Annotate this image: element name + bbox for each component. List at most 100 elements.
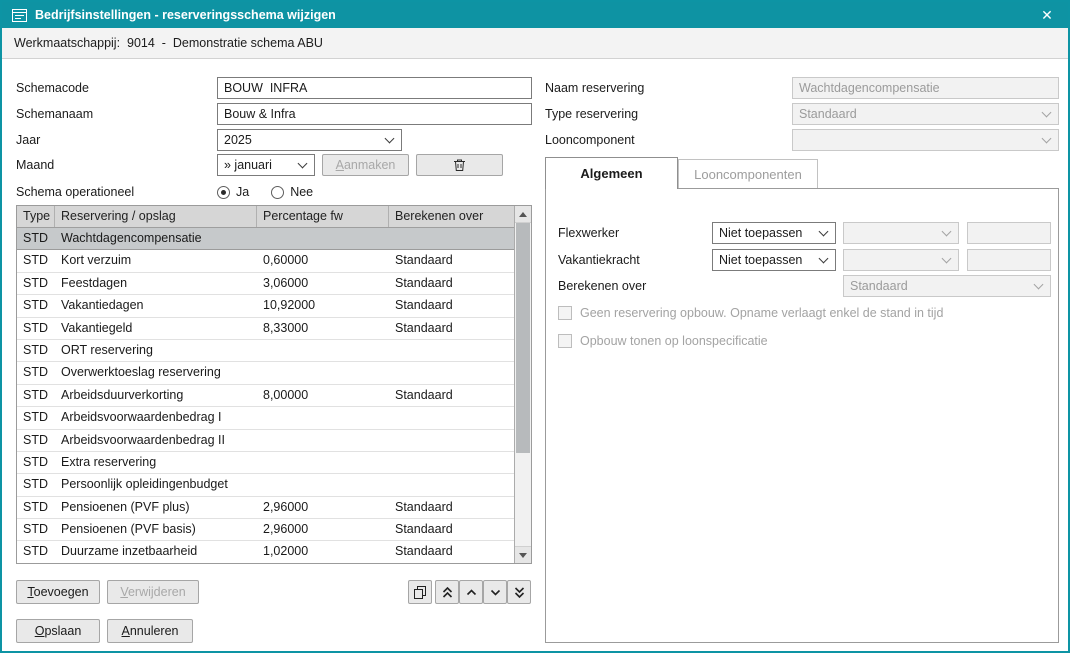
- table-row[interactable]: STD ORT reservering: [17, 340, 514, 362]
- cell-reservering: Feestdagen: [55, 273, 257, 294]
- opslaan-button[interactable]: Opslaan: [16, 619, 100, 643]
- window-icon: [12, 9, 27, 22]
- radio-ja-label: Ja: [236, 185, 249, 199]
- verwijderen-button-label: Verwijderen: [120, 585, 185, 599]
- cell-type: STD: [17, 407, 55, 428]
- cell-type: STD: [17, 385, 55, 406]
- column-header-berekenen-over: Berekenen over: [389, 206, 514, 227]
- table-row[interactable]: STD Pensioenen (PVF plus) 2,96000 Standa…: [17, 497, 514, 519]
- cell-percentage: 3,06000: [257, 273, 389, 294]
- schemanaam-input[interactable]: [217, 103, 532, 125]
- jaar-select[interactable]: 2025: [217, 129, 402, 151]
- operationeel-label: Schema operationeel: [16, 181, 134, 203]
- radio-nee[interactable]: [271, 186, 284, 199]
- dialog-window: Bedrijfsinstellingen - reserveringsschem…: [0, 0, 1070, 653]
- reservations-table-body: STD Wachtdagencompensatie STD Kort verzu…: [17, 228, 514, 563]
- chevron-down-icon: [489, 586, 502, 599]
- vakantiekracht-select[interactable]: Niet toepassen: [712, 249, 836, 271]
- cell-berekenen-over: [389, 340, 514, 361]
- table-row[interactable]: STD Feestdagen 3,06000 Standaard: [17, 273, 514, 295]
- arrow-up-icon: [519, 212, 527, 217]
- chevron-down-icon: [1034, 280, 1044, 290]
- close-button[interactable]: ✕: [1036, 4, 1058, 26]
- cell-percentage: 8,00000: [257, 385, 389, 406]
- cell-type: STD: [17, 430, 55, 451]
- flexwerker-select[interactable]: Niet toepassen: [712, 222, 836, 244]
- scrollbar-thumb[interactable]: [516, 223, 530, 453]
- table-scrollbar[interactable]: [514, 206, 531, 563]
- cell-berekenen-over: Standaard: [389, 318, 514, 339]
- tab-looncomponenten-label: Looncomponenten: [694, 167, 802, 182]
- table-row[interactable]: STD Persoonlijk opleidingenbudget: [17, 474, 514, 496]
- cell-percentage: 0,60000: [257, 250, 389, 271]
- radio-ja[interactable]: [217, 186, 230, 199]
- table-row[interactable]: STD Vakantiegeld 8,33000 Standaard: [17, 318, 514, 340]
- toevoegen-button-label: Toevoegen: [27, 585, 88, 599]
- table-row[interactable]: STD Pensioenen (PVF basis) 2,96000 Stand…: [17, 519, 514, 541]
- naam-reservering-input: [792, 77, 1059, 99]
- cell-reservering: Persoonlijk opleidingenbudget: [55, 474, 257, 495]
- cell-berekenen-over: [389, 228, 514, 249]
- annuleren-button[interactable]: Annuleren: [107, 619, 193, 643]
- cell-berekenen-over: Standaard: [389, 295, 514, 316]
- maand-select[interactable]: » januari: [217, 154, 315, 176]
- scroll-up-button[interactable]: [515, 206, 531, 223]
- table-row[interactable]: STD Arbeidsduurverkorting 8,00000 Standa…: [17, 385, 514, 407]
- delete-month-button[interactable]: [416, 154, 503, 176]
- chevron-down-icon: [819, 227, 829, 237]
- table-row[interactable]: STD Overwerktoeslag reservering: [17, 362, 514, 384]
- double-chevron-up-icon: [441, 586, 454, 599]
- flexwerker-verwijscode-select: [843, 222, 959, 244]
- tab-looncomponenten[interactable]: Looncomponenten: [678, 159, 818, 188]
- table-row[interactable]: STD Arbeidsvoorwaardenbedrag I: [17, 407, 514, 429]
- cell-berekenen-over: Standaard: [389, 273, 514, 294]
- move-top-button[interactable]: [435, 580, 459, 604]
- move-bottom-button[interactable]: [507, 580, 531, 604]
- copy-button[interactable]: [408, 580, 432, 604]
- cell-reservering: Pensioenen (PVF plus): [55, 497, 257, 518]
- table-row[interactable]: STD Arbeidsvoorwaardenbedrag II: [17, 430, 514, 452]
- table-row[interactable]: STD Vakantiedagen 10,92000 Standaard: [17, 295, 514, 317]
- berekenen-over-select-value: Standaard: [850, 279, 1031, 293]
- cell-reservering: Arbeidsduurverkorting: [55, 385, 257, 406]
- berekenen-over-label: Berekenen over: [558, 275, 646, 297]
- werkmaatschappij-bar: Werkmaatschappij: 9014 - Demonstratie sc…: [2, 28, 1068, 59]
- column-header-reservering: Reservering / opslag: [55, 206, 257, 227]
- cell-type: STD: [17, 318, 55, 339]
- column-header-type: Type: [17, 206, 55, 227]
- tab-algemeen[interactable]: Algemeen: [545, 157, 678, 189]
- reservations-table: Type Reservering / opslag Percentage fw …: [16, 205, 532, 564]
- cell-reservering: Vakantiegeld: [55, 318, 257, 339]
- table-row[interactable]: STD Wachtdagencompensatie: [17, 228, 514, 250]
- cell-reservering: Duurzame inzetbaarheid: [55, 541, 257, 562]
- cell-percentage: 2,96000: [257, 519, 389, 540]
- chevron-down-icon: [298, 159, 308, 169]
- werkmaatschappij-text: Werkmaatschappij: 9014 - Demonstratie sc…: [14, 36, 323, 50]
- toevoegen-button[interactable]: Toevoegen: [16, 580, 100, 604]
- scroll-down-button[interactable]: [515, 546, 531, 563]
- move-up-button[interactable]: [459, 580, 483, 604]
- cell-reservering: Wachtdagencompensatie: [55, 228, 257, 249]
- chevron-up-icon: [465, 586, 478, 599]
- chevron-down-icon: [1042, 108, 1052, 118]
- cell-percentage: [257, 362, 389, 383]
- arrow-down-icon: [519, 553, 527, 558]
- move-down-button[interactable]: [483, 580, 507, 604]
- type-reservering-label: Type reservering: [545, 103, 638, 125]
- type-reservering-select: Standaard: [792, 103, 1059, 125]
- flexwerker-label: Flexwerker: [558, 222, 619, 244]
- cell-type: STD: [17, 340, 55, 361]
- cell-type: STD: [17, 273, 55, 294]
- cell-type: STD: [17, 497, 55, 518]
- cell-berekenen-over: Standaard: [389, 497, 514, 518]
- titlebar: Bedrijfsinstellingen - reserveringsschem…: [2, 2, 1068, 28]
- schemacode-input[interactable]: [217, 77, 532, 99]
- table-row[interactable]: STD Extra reservering: [17, 452, 514, 474]
- cell-percentage: [257, 228, 389, 249]
- table-row[interactable]: STD Duurzame inzetbaarheid 1,02000 Stand…: [17, 541, 514, 563]
- cell-percentage: [257, 474, 389, 495]
- tab-algemeen-label: Algemeen: [580, 166, 642, 181]
- radio-nee-label: Nee: [290, 185, 313, 199]
- table-row[interactable]: STD Kort verzuim 0,60000 Standaard: [17, 250, 514, 272]
- schemacode-label: Schemacode: [16, 77, 89, 99]
